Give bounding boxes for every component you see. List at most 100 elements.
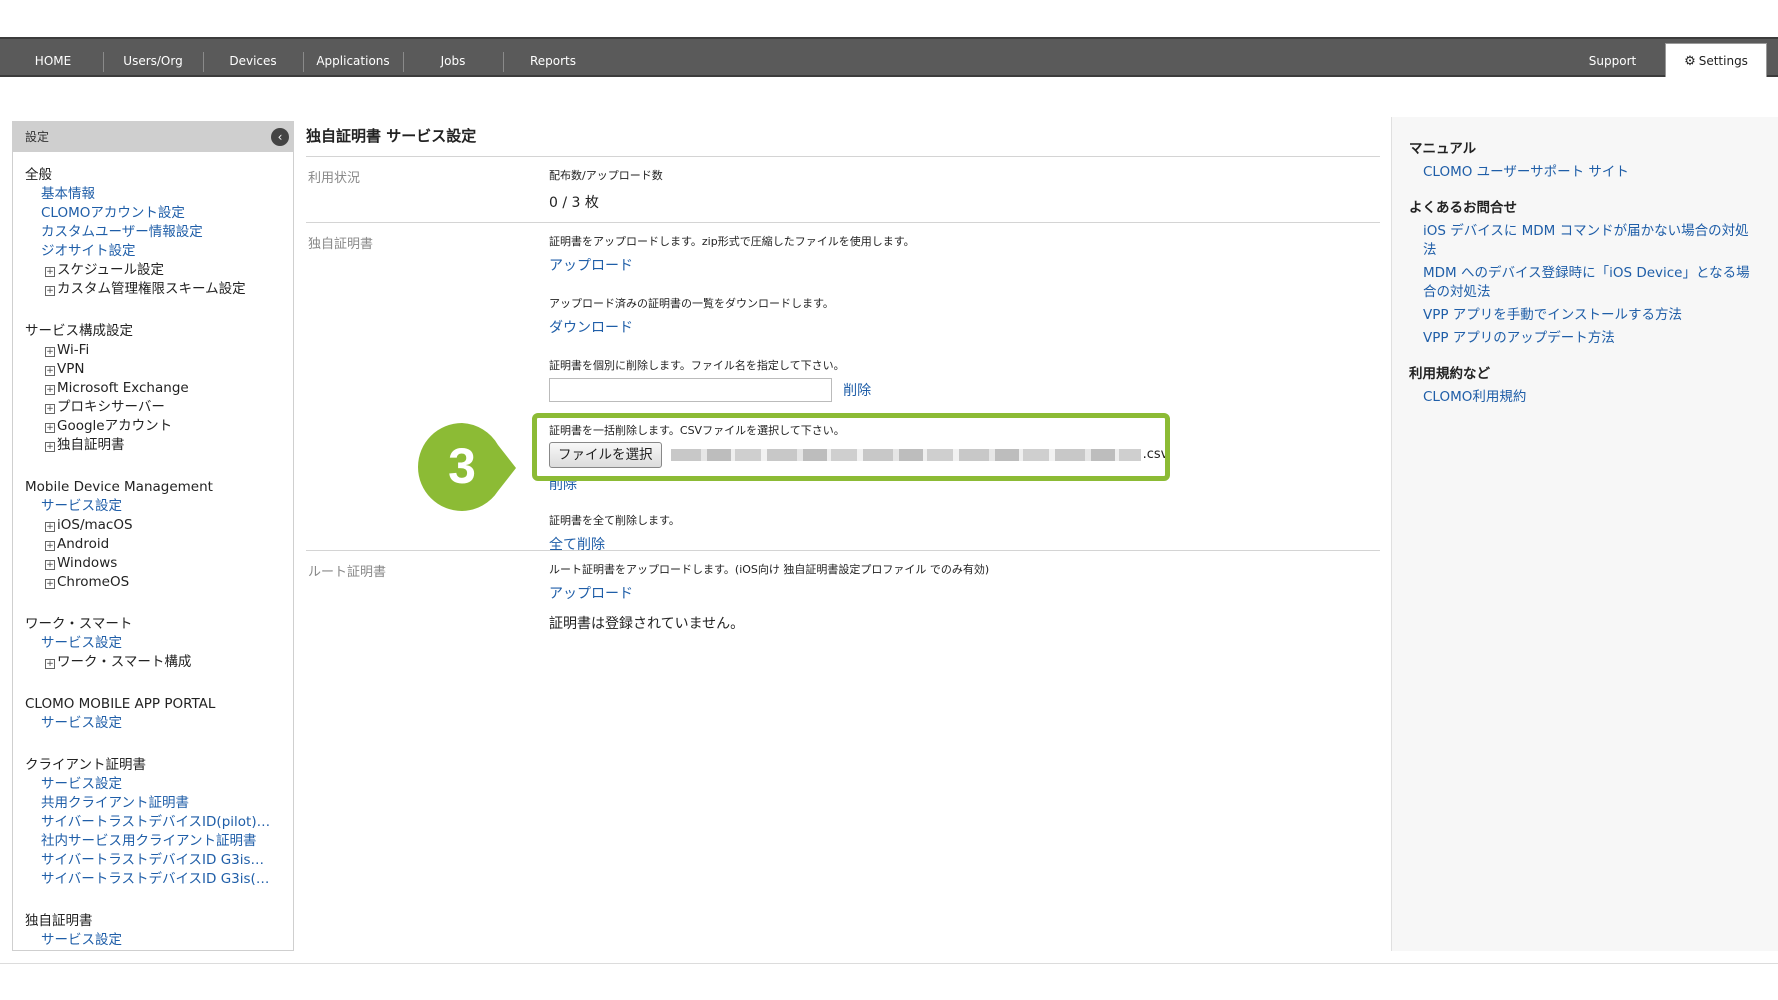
sidebar-item-label: Wi-Fi [57,342,90,358]
expand-icon[interactable]: + [45,560,55,570]
expand-icon[interactable]: + [45,286,55,296]
highlight-frame [532,413,1170,481]
download-link[interactable]: ダウンロード [549,317,633,337]
sidebar-expandable-item[interactable]: + Googleアカウント [25,417,293,436]
sidebar-link[interactable]: サイバートラストデバイスID G3is… [25,851,285,870]
help-section-title: マニュアル [1409,141,1477,157]
sidebar-expandable-item[interactable]: + Windows [25,554,293,573]
bulk-delete-block: 証明書を一括削除します。CSVファイルを選択して下さい。 ファイルを選択 .cs… [532,413,1380,481]
upload-link[interactable]: アップロード [549,255,633,275]
sidebar-link[interactable]: ジオサイト設定 [25,242,285,261]
sidebar-link[interactable]: CLOMOアカウント設定 [25,204,285,223]
sidebar-link[interactable]: 基本情報 [25,185,285,204]
sidebar-expandable-item[interactable]: + VPN [25,360,293,379]
nav-settings-tab[interactable]: ⚙ Settings [1665,43,1767,77]
help-link[interactable]: CLOMO利用規約 [1409,388,1759,407]
nav-support[interactable]: Support [1580,39,1645,75]
page-title: 独自証明書 サービス設定 [306,121,1380,157]
nav-devices[interactable]: Devices [208,39,298,75]
help-link[interactable]: VPP アプリのアップデート方法 [1409,329,1759,348]
expand-icon[interactable]: + [45,267,55,277]
sidebar-item-label: Windows [57,555,118,571]
expand-icon[interactable]: + [45,541,55,551]
help-link[interactable]: MDM へのデバイス登録時に「iOS Device」となる場合の対処法 [1409,264,1759,302]
nav-divider [203,52,204,72]
sidebar-expandable-item[interactable]: + ワーク・スマート構成 [25,653,293,672]
sidebar-item-label: プロキシサーバー [57,399,165,415]
help-section: よくあるお問合せ iOS デバイスに MDM コマンドが届かない場合の対処法 MDM… [1409,196,1778,348]
help-section-title: 利用規約など [1409,366,1490,382]
nav-reports[interactable]: Reports [508,39,598,75]
sidebar-group-title: Mobile Device Management [25,479,213,495]
expand-icon[interactable]: + [45,404,55,414]
nav-home[interactable]: HOME [18,39,88,75]
step-badge: 3 [418,423,516,511]
sidebar-link[interactable]: カスタムユーザー情報設定 [25,223,285,242]
settings-sidebar: 設定 ‹ 全般 基本情報 CLOMOアカウント設定 カスタムユーザー情報設定 ジオサイト… [12,121,294,951]
delete-one-link[interactable]: 削除 [843,383,871,399]
expand-icon[interactable]: + [45,423,55,433]
help-link[interactable]: CLOMO ユーザーサポート サイト [1409,163,1759,182]
sidebar-group-title: サービス構成設定 [25,323,133,339]
sidebar-group-title: CLOMO MOBILE APP PORTAL [25,696,216,712]
filename-input[interactable] [549,378,832,402]
root-upload-note: ルート証明書をアップロードします。(iOS向け 独自証明書設定プロファイル での… [549,563,990,576]
sidebar-expandable-item[interactable]: + ChromeOS [25,573,293,592]
expand-icon[interactable]: + [45,366,55,376]
sidebar-link[interactable]: サービス設定 [25,714,285,733]
nav-divider [103,52,104,72]
sidebar-item-label: Googleアカウント [57,418,173,434]
gear-icon: ⚙ [1684,54,1696,69]
sidebar-group-title: ワーク・スマート [25,616,133,632]
expand-icon[interactable]: + [45,442,55,452]
sidebar-item-label: スケジュール設定 [57,262,165,278]
delete-all-note: 証明書を全て削除します。 [549,514,680,527]
expand-icon[interactable]: + [45,659,55,669]
sidebar-link[interactable]: 社内サービス用クライアント証明書 [25,832,285,851]
usage-value: 0 / 3 枚 [549,195,599,211]
sidebar-link[interactable]: 共用クライアント証明書 [25,794,285,813]
nav-users-org[interactable]: Users/Org [108,39,198,75]
help-link[interactable]: iOS デバイスに MDM コマンドが届かない場合の対処法 [1409,222,1759,260]
top-nav: HOME Users/Org Devices Applications Jobs… [0,37,1778,77]
sidebar-expandable-item[interactable]: + カスタム管理権限スキーム設定 [25,280,293,299]
sidebar-expandable-item[interactable]: + Android [25,535,293,554]
sidebar-group-title: 独自証明書 [25,913,93,929]
custom-cert-label: 独自証明書 [308,237,374,252]
sidebar-item-label: ワーク・スマート構成 [57,654,192,670]
sidebar-item-label: ChromeOS [57,574,130,590]
usage-label: 利用状況 [308,171,361,186]
expand-icon[interactable]: + [45,385,55,395]
step-badge-number: 3 [448,438,476,494]
root-cert-label: ルート証明書 [308,565,387,580]
sidebar-link[interactable]: サービス設定 [25,775,285,794]
sidebar-expandable-item[interactable]: + iOS/macOS [25,516,293,535]
help-link[interactable]: VPP アプリを手動でインストールする方法 [1409,306,1759,325]
sidebar-link[interactable]: サイバートラストデバイスID(pilot)… [25,813,285,832]
sidebar-group: クライアント証明書 サービス設定 共用クライアント証明書 サイバートラストデバイスID… [25,756,293,889]
sidebar-expandable-item[interactable]: + Microsoft Exchange [25,379,293,398]
collapse-sidebar-icon[interactable]: ‹ [271,128,289,146]
sidebar-group: CLOMO MOBILE APP PORTAL サービス設定 [25,695,293,733]
root-upload-link[interactable]: アップロード [549,583,633,603]
expand-icon[interactable]: + [45,579,55,589]
nav-jobs[interactable]: Jobs [408,39,498,75]
nav-applications[interactable]: Applications [308,39,398,75]
sidebar-link[interactable]: サービス設定 [25,931,285,950]
sidebar-item-label: 独自証明書 [57,437,125,453]
sidebar-link[interactable]: サービス設定 [25,634,285,653]
sidebar-link[interactable]: サービス設定 [25,497,285,516]
sidebar-item-label: VPN [57,361,85,377]
root-status: 証明書は登録されていません。 [549,616,745,632]
nav-divider [503,52,504,72]
help-section: マニュアル CLOMO ユーザーサポート サイト [1409,137,1778,182]
expand-icon[interactable]: + [45,347,55,357]
sidebar-expandable-item[interactable]: + Wi-Fi [25,341,293,360]
sidebar-expandable-item[interactable]: + スケジュール設定 [25,261,293,280]
expand-icon[interactable]: + [45,522,55,532]
nav-divider [403,52,404,72]
sidebar-item-label: カスタム管理権限スキーム設定 [57,281,246,297]
sidebar-link[interactable]: サイバートラストデバイスID G3is(… [25,870,285,889]
sidebar-expandable-item[interactable]: + 独自証明書 [25,436,293,455]
sidebar-expandable-item[interactable]: + プロキシサーバー [25,398,293,417]
